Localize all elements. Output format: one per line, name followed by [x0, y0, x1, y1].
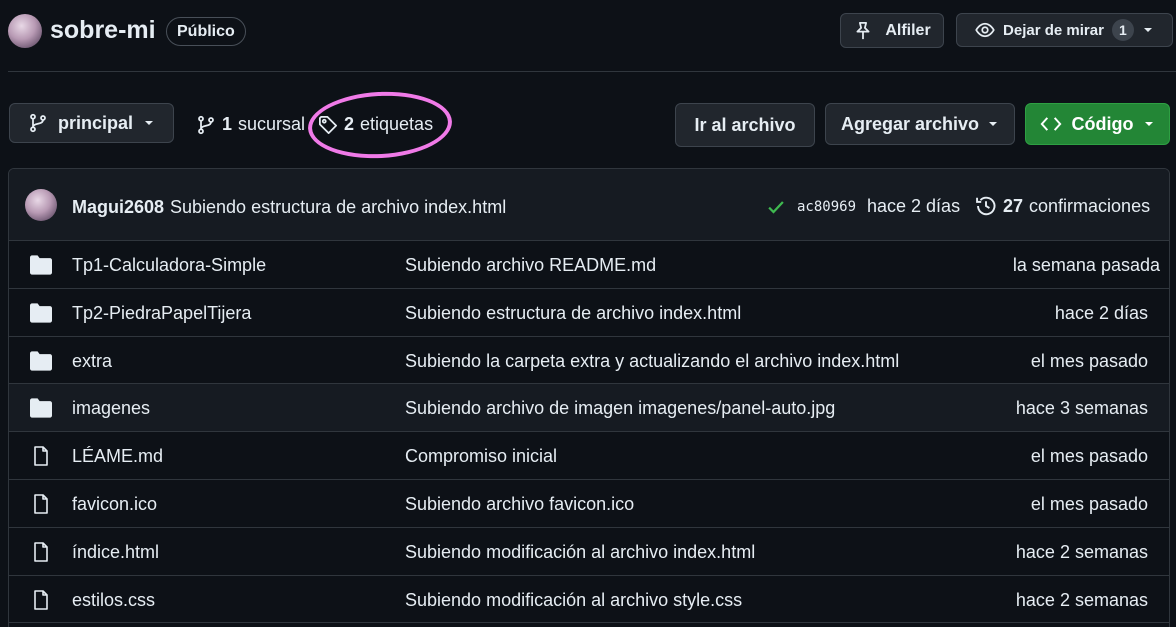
caret-down-icon: [1145, 122, 1154, 126]
repo-name[interactable]: sobre-mi: [50, 16, 156, 45]
file-commit-message[interactable]: Subiendo modificación al archivo style.c…: [405, 590, 742, 611]
go-to-file-button[interactable]: Ir al archivo: [675, 103, 815, 147]
pin-button[interactable]: Alfiler: [840, 13, 944, 48]
file-commit-message[interactable]: Subiendo la carpeta extra y actualizando…: [405, 351, 899, 372]
table-row[interactable]: Tp2-PiedraPapelTijera Subiendo estructur…: [9, 288, 1169, 337]
branches-link[interactable]: 1 sucursal: [196, 114, 305, 135]
commits-label: confirmaciones: [1029, 195, 1151, 216]
file-name[interactable]: LÉAME.md: [72, 446, 163, 467]
file-name[interactable]: extra: [72, 351, 112, 372]
branch-name: principal: [57, 112, 133, 133]
file-icon: [34, 589, 48, 610]
file-commit-time: el mes pasado: [1030, 446, 1148, 467]
file-commit-message[interactable]: Subiendo modificación al archivo index.h…: [405, 542, 755, 563]
commit-message[interactable]: Subiendo estructura de archivo index.htm…: [170, 197, 506, 218]
folder-icon: [30, 398, 52, 419]
folder-icon: [30, 350, 52, 371]
file-commit-time: la semana pasada: [1012, 255, 1160, 275]
file-list: Tp1-Calculadora-Simple Subiendo archivo …: [9, 241, 1169, 624]
file-name[interactable]: favicon.ico: [72, 494, 157, 515]
table-row[interactable]: LÉAME.md Compromiso inicial el mes pasad…: [9, 432, 1169, 480]
table-row[interactable]: extra Subiendo la carpeta extra y actual…: [9, 336, 1169, 385]
file-commit-time: el mes pasado: [1030, 350, 1148, 371]
watch-label: Dejar de mirar: [1003, 21, 1104, 39]
file-commit-message[interactable]: Subiendo archivo README.md: [405, 255, 656, 276]
annotation-circle: [306, 88, 454, 162]
file-commit-message[interactable]: Subiendo estructura de archivo index.htm…: [405, 303, 741, 324]
file-commit-time: hace 3 semanas: [1015, 398, 1148, 419]
file-commit-message[interactable]: Subiendo archivo favicon.ico: [405, 494, 634, 515]
watch-button[interactable]: Dejar de mirar 1: [956, 13, 1173, 47]
folder-icon: [30, 255, 52, 275]
file-commit-time: hace 2 días: [1054, 302, 1148, 323]
table-row[interactable]: favicon.ico Subiendo archivo favicon.ico…: [9, 479, 1169, 528]
folder-icon: [30, 303, 52, 323]
code-icon: [1040, 117, 1061, 131]
table-row[interactable]: Tp1-Calculadora-Simple Subiendo archivo …: [9, 241, 1169, 289]
eye-icon: [975, 22, 995, 38]
table-row[interactable]: imagenes Subiendo archivo de imagen imag…: [9, 384, 1169, 433]
pin-icon: [856, 21, 870, 39]
commit-sha[interactable]: ac80969: [797, 199, 856, 215]
file-name[interactable]: índice.html: [72, 542, 159, 563]
file-commit-message[interactable]: Subiendo archivo de imagen imagenes/pane…: [405, 398, 835, 419]
branch-icon: [30, 113, 46, 133]
file-name[interactable]: Tp1-Calculadora-Simple: [72, 255, 266, 276]
header-divider: [8, 71, 1176, 72]
add-file-label: Agregar archivo: [840, 113, 980, 134]
check-icon: [768, 201, 784, 214]
history-icon: [976, 196, 996, 216]
file-commit-time: hace 2 semanas: [1015, 541, 1148, 562]
file-commit-time: el mes pasado: [1030, 493, 1148, 514]
branches-label: sucursal: [238, 114, 306, 134]
commit-author[interactable]: Magui2608: [72, 197, 164, 218]
caret-down-icon: [1143, 28, 1152, 32]
go-to-file-label: Ir al archivo: [694, 114, 796, 135]
file-browser: Magui2608 Subiendo estructura de archivo…: [8, 168, 1170, 627]
repo-owner-avatar[interactable]: [8, 14, 42, 48]
caret-down-icon: [145, 121, 153, 125]
visibility-badge: Público: [166, 17, 246, 46]
file-icon: [34, 494, 48, 514]
file-name[interactable]: Tp2-PiedraPapelTijera: [72, 303, 251, 324]
file-icon: [34, 541, 48, 562]
file-name[interactable]: estilos.css: [72, 590, 155, 611]
table-row[interactable]: estilos.css Subiendo modificación al arc…: [9, 575, 1169, 624]
file-commit-time: hace 2 semanas: [1015, 589, 1148, 610]
add-file-button[interactable]: Agregar archivo: [825, 103, 1015, 145]
code-button[interactable]: Código: [1025, 103, 1170, 145]
commits-history-link[interactable]: 27 confirmaciones: [975, 195, 1150, 217]
table-row[interactable]: índice.html Subiendo modificación al arc…: [9, 527, 1169, 576]
branches-count: 1: [222, 114, 233, 134]
file-icon: [34, 446, 48, 466]
latest-commit-bar: Magui2608 Subiendo estructura de archivo…: [9, 169, 1169, 241]
avatar[interactable]: [25, 189, 57, 221]
file-name[interactable]: imagenes: [72, 398, 150, 419]
commit-time: hace 2 días: [867, 196, 961, 216]
caret-down-icon: [989, 122, 998, 126]
code-label: Código: [1071, 113, 1134, 134]
branch-icon: [198, 115, 214, 134]
watch-count: 1: [1111, 19, 1134, 41]
file-commit-message[interactable]: Compromiso inicial: [405, 446, 557, 467]
pin-label: Alfiler: [885, 21, 931, 39]
branch-selector[interactable]: principal: [9, 103, 174, 143]
commits-count: 27: [1003, 195, 1024, 216]
